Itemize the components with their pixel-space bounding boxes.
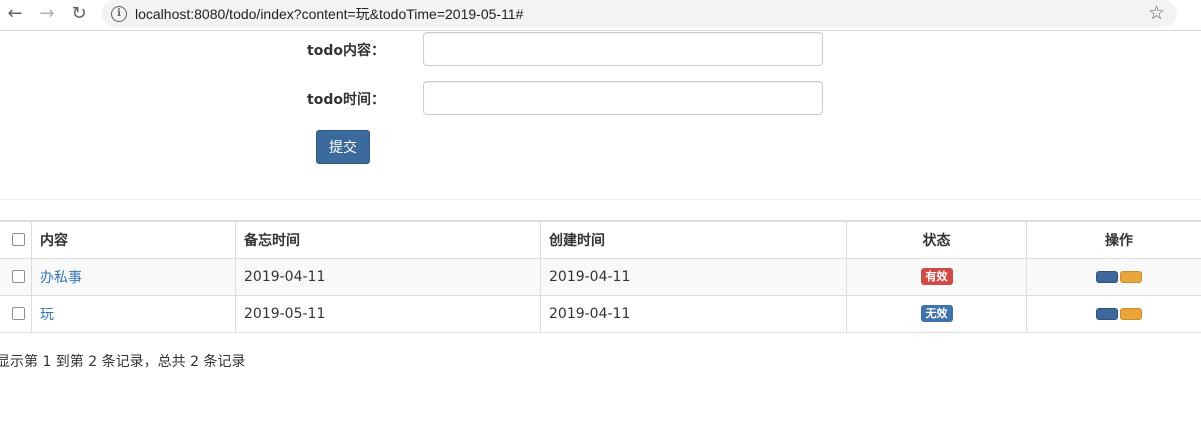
browser-toolbar: ← → ↻ i localhost:8080/todo/index?conten… [0, 0, 1201, 31]
content-input[interactable] [423, 32, 823, 66]
info-icon[interactable]: i [111, 5, 127, 22]
reload-icon[interactable]: ↻ [67, 3, 91, 25]
table-header-row: 内容 备忘时间 创建时间 状态 操作 [0, 221, 1201, 259]
created-time-cell: 2019-04-11 [540, 294, 847, 332]
operations-cell [1026, 257, 1201, 295]
todo-content-link[interactable]: 玩 [40, 307, 54, 323]
edit-button[interactable] [1096, 307, 1118, 320]
memo-time-cell: 2019-05-11 [235, 294, 541, 332]
bookmark-star-icon[interactable]: ☆ [1148, 1, 1165, 25]
table-row: 办私事 2019-04-11 2019-04-11 有效 [0, 257, 1201, 295]
todo-table: 内容 备忘时间 创建时间 状态 操作 办私事 2019-04-11 2019-0… [0, 220, 1201, 333]
address-bar[interactable]: i localhost:8080/todo/index?content=玩&to… [102, 0, 1177, 27]
header-select-cell [0, 221, 32, 259]
header-operations: 操作 [1026, 221, 1201, 259]
header-memo-time[interactable]: 备忘时间 [235, 221, 541, 259]
todo-content-link[interactable]: 办私事 [40, 270, 82, 286]
row-checkbox[interactable] [11, 270, 25, 283]
delete-button[interactable] [1120, 270, 1142, 283]
header-created-time[interactable]: 创建时间 [540, 221, 847, 259]
status-badge: 无效 [920, 305, 953, 322]
edit-button[interactable] [1096, 270, 1118, 283]
operations-cell [1026, 294, 1201, 332]
row-checkbox[interactable] [11, 307, 25, 320]
header-status[interactable]: 状态 [846, 221, 1027, 259]
forward-arrow-icon[interactable]: → [35, 3, 59, 25]
content-cell: 办私事 [31, 257, 236, 295]
created-time-cell: 2019-04-11 [540, 257, 847, 295]
table-row: 玩 2019-05-11 2019-04-11 无效 [0, 294, 1201, 332]
content-cell: 玩 [31, 294, 236, 332]
header-content[interactable]: 内容 [31, 221, 236, 259]
pagination-info: 显示第 1 到第 2 条记录，总共 2 条记录 [0, 354, 246, 370]
row-select-cell [0, 257, 32, 295]
back-arrow-icon[interactable]: ← [3, 3, 27, 25]
row-select-cell [0, 294, 32, 332]
select-all-checkbox[interactable] [11, 233, 25, 247]
time-input[interactable] [423, 81, 823, 115]
status-cell: 无效 [846, 294, 1027, 332]
time-label: todo时间： [307, 92, 385, 108]
delete-button[interactable] [1120, 307, 1142, 320]
section-divider [0, 199, 1201, 200]
memo-time-cell: 2019-04-11 [235, 257, 541, 295]
submit-button[interactable]: 提交 [316, 130, 370, 164]
status-cell: 有效 [846, 257, 1027, 295]
status-badge: 有效 [920, 268, 953, 285]
content-label: todo内容： [307, 43, 385, 59]
url-text[interactable]: localhost:8080/todo/index?content=玩&todo… [135, 4, 523, 24]
